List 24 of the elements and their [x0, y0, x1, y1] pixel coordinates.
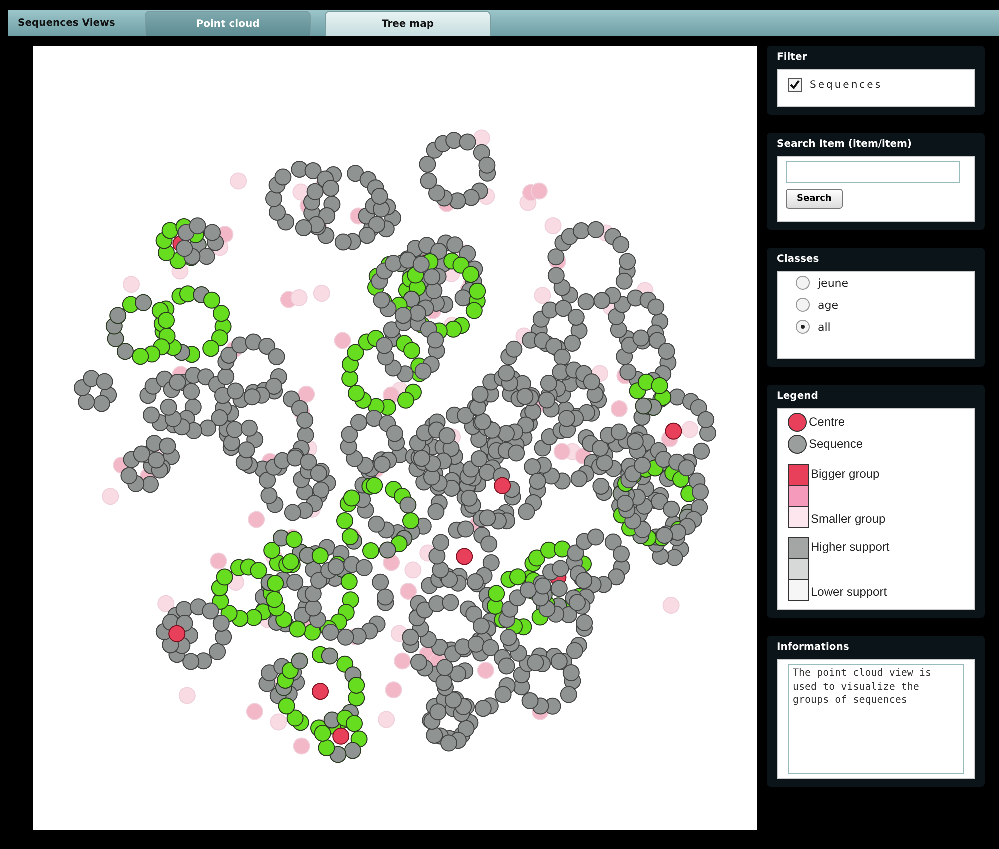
- panel-title: Informations: [777, 642, 850, 653]
- app-title: Sequences Views: [17, 16, 116, 30]
- legend-label: Centre: [809, 415, 846, 429]
- checkbox-label: Sequences: [810, 80, 883, 90]
- tab[interactable]: Tree map: [325, 11, 491, 36]
- legend-label: Higher support: [811, 540, 890, 554]
- search-field[interactable]: [786, 161, 960, 183]
- legend-label: Smaller group: [811, 512, 886, 526]
- radio-label: all: [818, 320, 831, 334]
- legend-label: Bigger group: [811, 467, 881, 481]
- panel-title: Legend: [777, 391, 820, 402]
- checkbox[interactable]: [788, 78, 802, 92]
- panel-title: Classes: [777, 254, 820, 265]
- radio-label: age: [818, 298, 838, 312]
- radio-button[interactable]: [796, 298, 810, 312]
- radio-label: jeune: [818, 276, 849, 290]
- info-text-area[interactable]: The point cloud view is used to visualize the groups of sequences: [788, 664, 964, 774]
- search-button[interactable]: Search: [786, 189, 843, 209]
- panel-title: Filter: [777, 52, 808, 63]
- panel-title: Search Item (item/item): [777, 139, 913, 150]
- legend-label: Sequence: [809, 437, 864, 451]
- legend-label: Lower support: [811, 585, 888, 599]
- radio-button[interactable]: [796, 276, 810, 290]
- radio-button[interactable]: [796, 320, 810, 334]
